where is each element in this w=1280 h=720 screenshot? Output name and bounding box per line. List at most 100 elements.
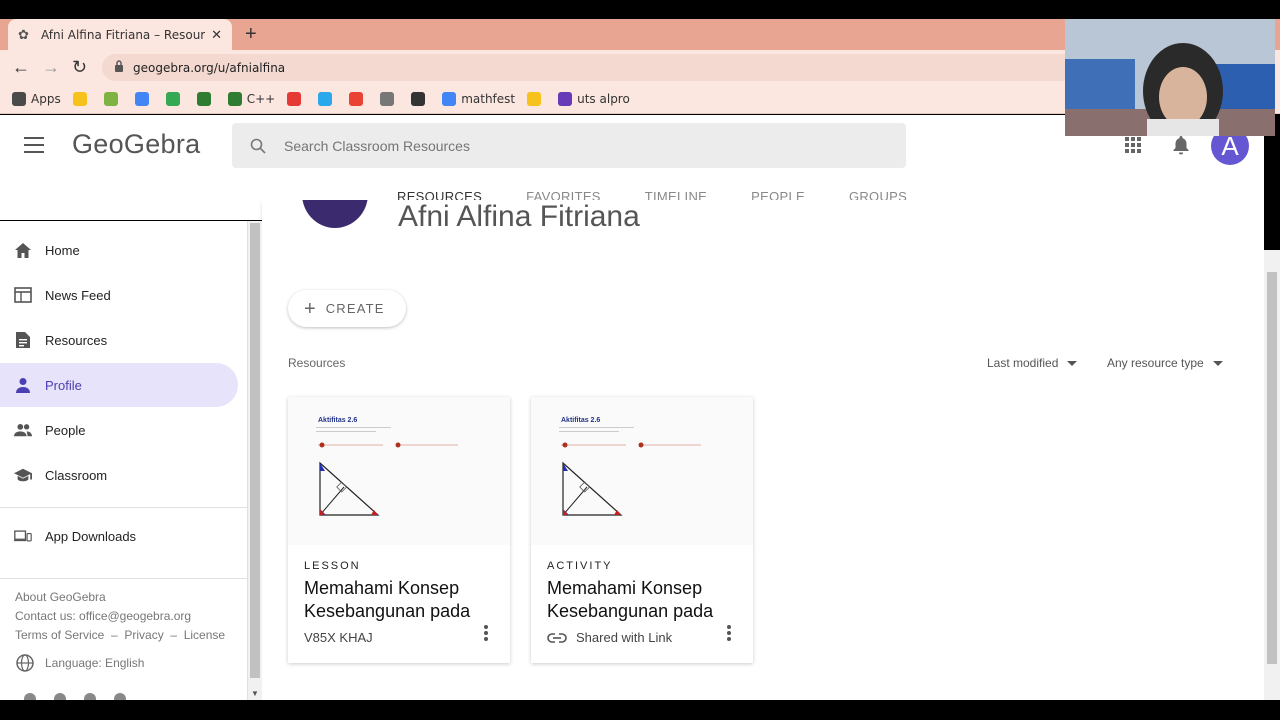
about-link[interactable]: About GeoGebra [15,590,106,604]
share-status: Shared with Link [576,630,673,645]
sidebar-divider [0,507,248,508]
sidebar-item-label: Resources [45,332,108,348]
bookmark-favicon-icon [134,92,149,106]
profile-name: Afni Alfina Fitriana [398,200,640,233]
resource-thumbnail[interactable]: Aktifitas 2.6 [288,397,510,545]
legal-links[interactable]: Terms of Service – Privacy – License [15,628,225,642]
back-arrow-icon[interactable]: ← [12,56,30,78]
dropdown-caret-icon [1067,360,1078,366]
more-options-icon[interactable] [484,625,488,643]
notifications-bell-icon[interactable] [1172,135,1190,155]
forward-arrow-icon[interactable]: → [42,56,60,78]
classroom-icon [14,466,32,484]
scroll-down-arrow-icon[interactable]: ▼ [251,689,259,698]
bookmark-item[interactable] [165,92,185,106]
search-icon [250,138,266,154]
bookmark-item[interactable] [318,92,337,106]
resource-title[interactable]: Memahami Konsep Kesebangunan pada [547,577,743,623]
bookmark-label: uts alpro [577,92,630,106]
browser-tab[interactable]: ✿ Afni Alfina Fitriana – Resources – Geo… [8,19,232,50]
sidebar-item-label: Classroom [45,467,108,483]
sort-label: Last modified [987,356,1059,370]
resource-subtitle: Shared with Link [547,630,672,645]
sidebar-scrollbar[interactable]: ▼ [248,221,262,700]
bookmark-label: mathfest [461,92,516,106]
bookmark-item[interactable] [103,92,123,106]
bookmark-item[interactable] [72,92,92,106]
link-icon [547,632,567,643]
bookmark-item[interactable] [380,92,399,106]
language-selector[interactable]: Language: English [15,653,144,673]
bookmark-favicon-icon [318,92,333,106]
sidebar-item-news-feed[interactable]: News Feed [0,273,238,317]
sidebar-scroll-thumb[interactable] [250,223,260,678]
apps-grid-icon[interactable] [1125,137,1141,153]
bookmark-item[interactable] [527,92,546,106]
bookmark-item[interactable]: uts alpro [558,92,630,106]
geogebra-logo[interactable]: GeoGebra [72,129,200,160]
bookmark-item[interactable] [134,92,154,106]
contact-link[interactable]: Contact us: office@geogebra.org [15,609,191,623]
resource-thumbnail[interactable]: Aktifitas 2.6 [531,397,753,545]
bookmark-item[interactable]: C++ [227,92,275,106]
resource-card[interactable]: Aktifitas 2.6 LESSON Memahami Konsep Keseb… [288,397,510,663]
resources-icon [14,331,32,349]
bookmark-item[interactable]: Apps [12,92,61,106]
resource-card[interactable]: Aktifitas 2.6 ACTIVITY Memahami Konsep Kes… [531,397,753,663]
resource-subtitle: V85X KHAJ [304,630,373,645]
create-label: CREATE [325,301,385,316]
lock-icon [114,60,124,75]
bookmark-favicon-icon [349,92,364,106]
dropdown-caret-icon [1212,360,1223,366]
more-options-icon[interactable] [727,625,731,643]
sidebar-item-people[interactable]: People [0,408,238,452]
bookmark-favicon-icon [442,92,457,106]
sidebar-item-app-downloads[interactable]: App Downloads [0,514,238,558]
sidebar-item-classroom[interactable]: Classroom [0,453,238,497]
bookmark-favicon-icon [103,92,118,106]
webcam-overlay [1065,19,1275,136]
home-icon [14,241,32,259]
close-tab-icon[interactable]: ✕ [211,27,222,43]
main-scrollbar[interactable] [1264,250,1280,700]
create-button[interactable]: + CREATE [288,290,406,327]
bookmark-item[interactable] [287,92,306,106]
menu-icon[interactable] [24,137,44,153]
bookmark-favicon-icon [287,92,302,106]
reload-icon[interactable]: ↻ [72,56,87,78]
search-box[interactable] [232,123,906,168]
language-label: Language: English [45,656,145,670]
address-bar[interactable]: geogebra.org/u/afnialfina [102,54,1102,81]
sidebar-divider [0,578,248,579]
tab-title: Afni Alfina Fitriana – Resources – GeoGe… [41,27,205,42]
sidebar: Home News Feed Resources Profile People Class… [0,221,248,705]
sidebar-item-home[interactable]: Home [0,228,238,272]
resource-type-dropdown[interactable]: Any resource type [1107,356,1223,370]
profile-banner: Afni Alfina Fitriana [262,200,1264,250]
bookmark-item[interactable] [349,92,368,106]
devices-icon [14,527,32,545]
bookmark-item[interactable] [196,92,216,106]
geogebra-favicon-icon: ✿ [18,26,29,42]
main-scroll-thumb[interactable] [1267,272,1277,664]
resource-type: LESSON [304,560,361,572]
sidebar-item-label: Home [45,242,80,258]
search-input[interactable] [284,137,864,154]
sidebar-item-resources[interactable]: Resources [0,318,238,362]
plus-icon: + [304,297,316,320]
top-letterbox [0,0,1280,19]
sidebar-item-profile[interactable]: Profile [0,363,238,407]
new-tab-icon[interactable]: + [245,23,257,45]
bookmark-item[interactable]: mathfest [442,92,515,106]
bookmark-item[interactable] [411,92,430,106]
resources-section-label: Resources [288,356,346,370]
bookmark-favicon-icon [380,92,395,106]
resource-title[interactable]: Memahami Konsep Kesebangunan pada [304,577,500,623]
bookmark-favicon-icon [227,92,242,106]
people-icon [14,421,32,439]
profile-avatar [302,200,368,228]
sort-dropdown[interactable]: Last modified [987,356,1078,370]
bookmark-favicon-icon [411,92,426,106]
bottom-letterbox [0,700,1280,720]
bookmark-favicon-icon [196,92,211,106]
